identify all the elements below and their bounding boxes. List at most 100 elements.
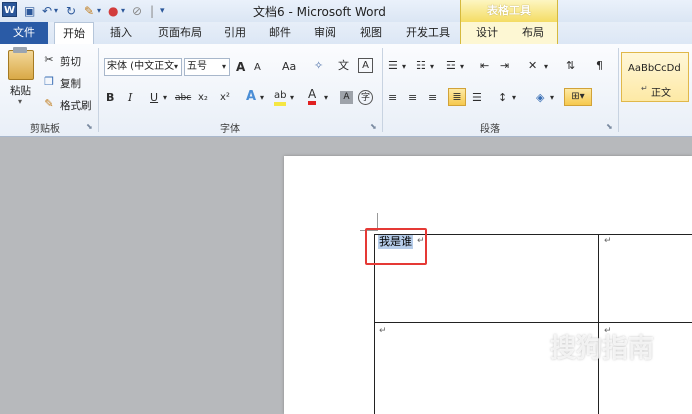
underline-button[interactable]: U bbox=[150, 90, 158, 106]
multilevel-dropdown-icon[interactable]: ▾ bbox=[460, 59, 464, 75]
sort-icon[interactable]: ⇅ bbox=[566, 58, 575, 74]
table-tools-context-label: 表格工具 bbox=[460, 0, 558, 22]
align-left-icon[interactable]: ≡ bbox=[388, 90, 397, 106]
line-spacing-icon[interactable]: ↕ bbox=[498, 90, 507, 106]
clipboard-group-label: 剪贴板 bbox=[30, 124, 60, 135]
chinese-layout-dropdown-icon[interactable]: ▾ bbox=[544, 59, 548, 75]
annotation-highlight-box bbox=[365, 228, 427, 265]
group-separator bbox=[382, 48, 383, 132]
highlight-button[interactable]: ab bbox=[274, 89, 287, 106]
undo-dropdown-icon[interactable]: ▾ bbox=[54, 3, 58, 19]
shading-dropdown-icon[interactable]: ▾ bbox=[550, 90, 554, 106]
shrink-font-icon[interactable]: A bbox=[254, 60, 261, 76]
character-shading-button[interactable]: A bbox=[340, 91, 353, 104]
tab-view[interactable]: 视图 bbox=[354, 22, 388, 44]
strikethrough-button[interactable]: abc bbox=[175, 90, 191, 106]
tab-page-layout[interactable]: 页面布局 bbox=[150, 22, 210, 44]
clear-icon[interactable]: ⊘ bbox=[132, 3, 142, 19]
numbering-icon[interactable]: ☷ bbox=[416, 58, 426, 74]
format-painter-button[interactable]: 格式刷 bbox=[60, 98, 92, 113]
text-effects-dropdown-icon[interactable]: ▾ bbox=[260, 90, 264, 106]
bold-button[interactable]: B bbox=[106, 90, 114, 106]
style-name: 正文 bbox=[651, 88, 671, 99]
tab-file[interactable]: 文件 bbox=[0, 22, 48, 44]
tab-table-layout[interactable]: 布局 bbox=[516, 22, 550, 44]
format-painter-quick-icon[interactable]: ✎ bbox=[84, 3, 94, 19]
separator-icon: | bbox=[150, 4, 155, 18]
clear-formatting-icon[interactable]: ✧ bbox=[314, 58, 323, 74]
align-center-icon[interactable]: ≡ bbox=[408, 90, 417, 106]
document-page[interactable] bbox=[284, 156, 692, 414]
text-effects-button[interactable]: A bbox=[246, 89, 256, 105]
cell-end-mark: ↵ bbox=[379, 326, 387, 336]
table-row-border bbox=[374, 322, 692, 323]
highlight-dropdown-icon[interactable]: ▾ bbox=[290, 90, 294, 106]
clipboard-launcher-icon[interactable]: ⬊ bbox=[86, 122, 93, 131]
style-preview-text: AaBbCcDd bbox=[628, 63, 681, 74]
change-case-icon[interactable]: Aa bbox=[282, 59, 296, 75]
copy-button[interactable]: 复制 bbox=[60, 76, 81, 91]
multilevel-list-icon[interactable]: ☲ bbox=[446, 58, 456, 74]
paste-button[interactable]: 粘贴 bbox=[10, 83, 31, 98]
customize-quick-access-icon[interactable]: ▾ bbox=[160, 3, 165, 19]
grow-font-icon[interactable]: A bbox=[236, 59, 245, 75]
superscript-button[interactable]: x² bbox=[220, 90, 230, 106]
bullets-dropdown-icon[interactable]: ▾ bbox=[402, 59, 406, 75]
group-separator bbox=[98, 48, 99, 132]
format-painter-icon[interactable]: ✎ bbox=[42, 96, 56, 112]
enclose-characters-button[interactable]: 字 bbox=[358, 90, 373, 105]
font-name-dropdown-icon[interactable]: ▾ bbox=[174, 59, 178, 75]
font-color-dropdown-icon[interactable]: ▾ bbox=[324, 90, 328, 106]
increase-indent-icon[interactable]: ⇥ bbox=[500, 58, 509, 74]
paste-clip-icon bbox=[13, 47, 27, 53]
justify-icon[interactable]: ≣ bbox=[448, 88, 466, 106]
tab-mailings[interactable]: 邮件 bbox=[263, 22, 297, 44]
tab-developer[interactable]: 开发工具 bbox=[400, 22, 456, 44]
font-color-button[interactable]: A bbox=[308, 88, 317, 105]
italic-button[interactable]: I bbox=[128, 90, 132, 106]
decrease-indent-icon[interactable]: ⇤ bbox=[480, 58, 489, 74]
tab-table-design[interactable]: 设计 bbox=[470, 22, 504, 44]
shading-icon[interactable]: ◈ bbox=[536, 90, 544, 106]
align-right-icon[interactable]: ≡ bbox=[428, 90, 437, 106]
color-dropdown-icon[interactable]: ▾ bbox=[121, 3, 125, 19]
tab-insert[interactable]: 插入 bbox=[104, 22, 138, 44]
copy-icon[interactable]: ❐ bbox=[42, 74, 56, 90]
character-border-icon[interactable]: A bbox=[358, 58, 373, 73]
color-icon[interactable]: ● bbox=[108, 3, 118, 19]
cut-button[interactable]: 剪切 bbox=[60, 54, 81, 69]
font-name-select[interactable]: 宋体 (中文正文 bbox=[104, 58, 182, 76]
show-marks-icon[interactable]: ¶ bbox=[596, 58, 603, 74]
paste-dropdown-icon[interactable]: ▾ bbox=[18, 97, 22, 106]
bullets-icon[interactable]: ☰ bbox=[388, 58, 398, 74]
underline-dropdown-icon[interactable]: ▾ bbox=[163, 90, 167, 106]
chinese-layout-icon[interactable]: ✕ bbox=[528, 58, 537, 74]
table-column-border bbox=[598, 234, 599, 414]
save-icon[interactable]: ▣ bbox=[24, 3, 35, 19]
tab-review[interactable]: 审阅 bbox=[308, 22, 342, 44]
word-app-icon[interactable]: W bbox=[2, 2, 17, 17]
format-painter-dropdown-icon[interactable]: ▾ bbox=[97, 3, 101, 19]
tab-references[interactable]: 引用 bbox=[218, 22, 252, 44]
font-launcher-icon[interactable]: ⬊ bbox=[370, 122, 377, 131]
subscript-button[interactable]: x₂ bbox=[198, 90, 208, 106]
cut-icon[interactable]: ✂ bbox=[42, 52, 56, 68]
paragraph-mark-icon: ↵ bbox=[641, 84, 648, 93]
font-group-label: 字体 bbox=[220, 124, 240, 135]
watermark-text: 搜狗指南 bbox=[550, 334, 655, 364]
undo-icon[interactable]: ↶ bbox=[42, 3, 52, 19]
line-spacing-dropdown-icon[interactable]: ▾ bbox=[512, 90, 516, 106]
watermark-logo-icon: S bbox=[516, 331, 546, 361]
paragraph-launcher-icon[interactable]: ⬊ bbox=[606, 122, 613, 131]
watermark-url: zhinan.sogou.com bbox=[520, 374, 628, 385]
distributed-icon[interactable]: ☰ bbox=[472, 90, 482, 106]
redo-icon[interactable]: ↻ bbox=[66, 3, 76, 19]
numbering-dropdown-icon[interactable]: ▾ bbox=[430, 59, 434, 75]
font-size-dropdown-icon[interactable]: ▾ bbox=[222, 59, 226, 75]
paragraph-group-label: 段落 bbox=[480, 124, 500, 135]
borders-icon[interactable]: ⊞▾ bbox=[564, 88, 592, 106]
cell-end-mark: ↵ bbox=[604, 236, 612, 246]
paste-icon[interactable] bbox=[8, 50, 34, 80]
phonetic-guide-icon[interactable]: 文 bbox=[338, 58, 349, 74]
tab-home[interactable]: 开始 bbox=[54, 22, 94, 45]
